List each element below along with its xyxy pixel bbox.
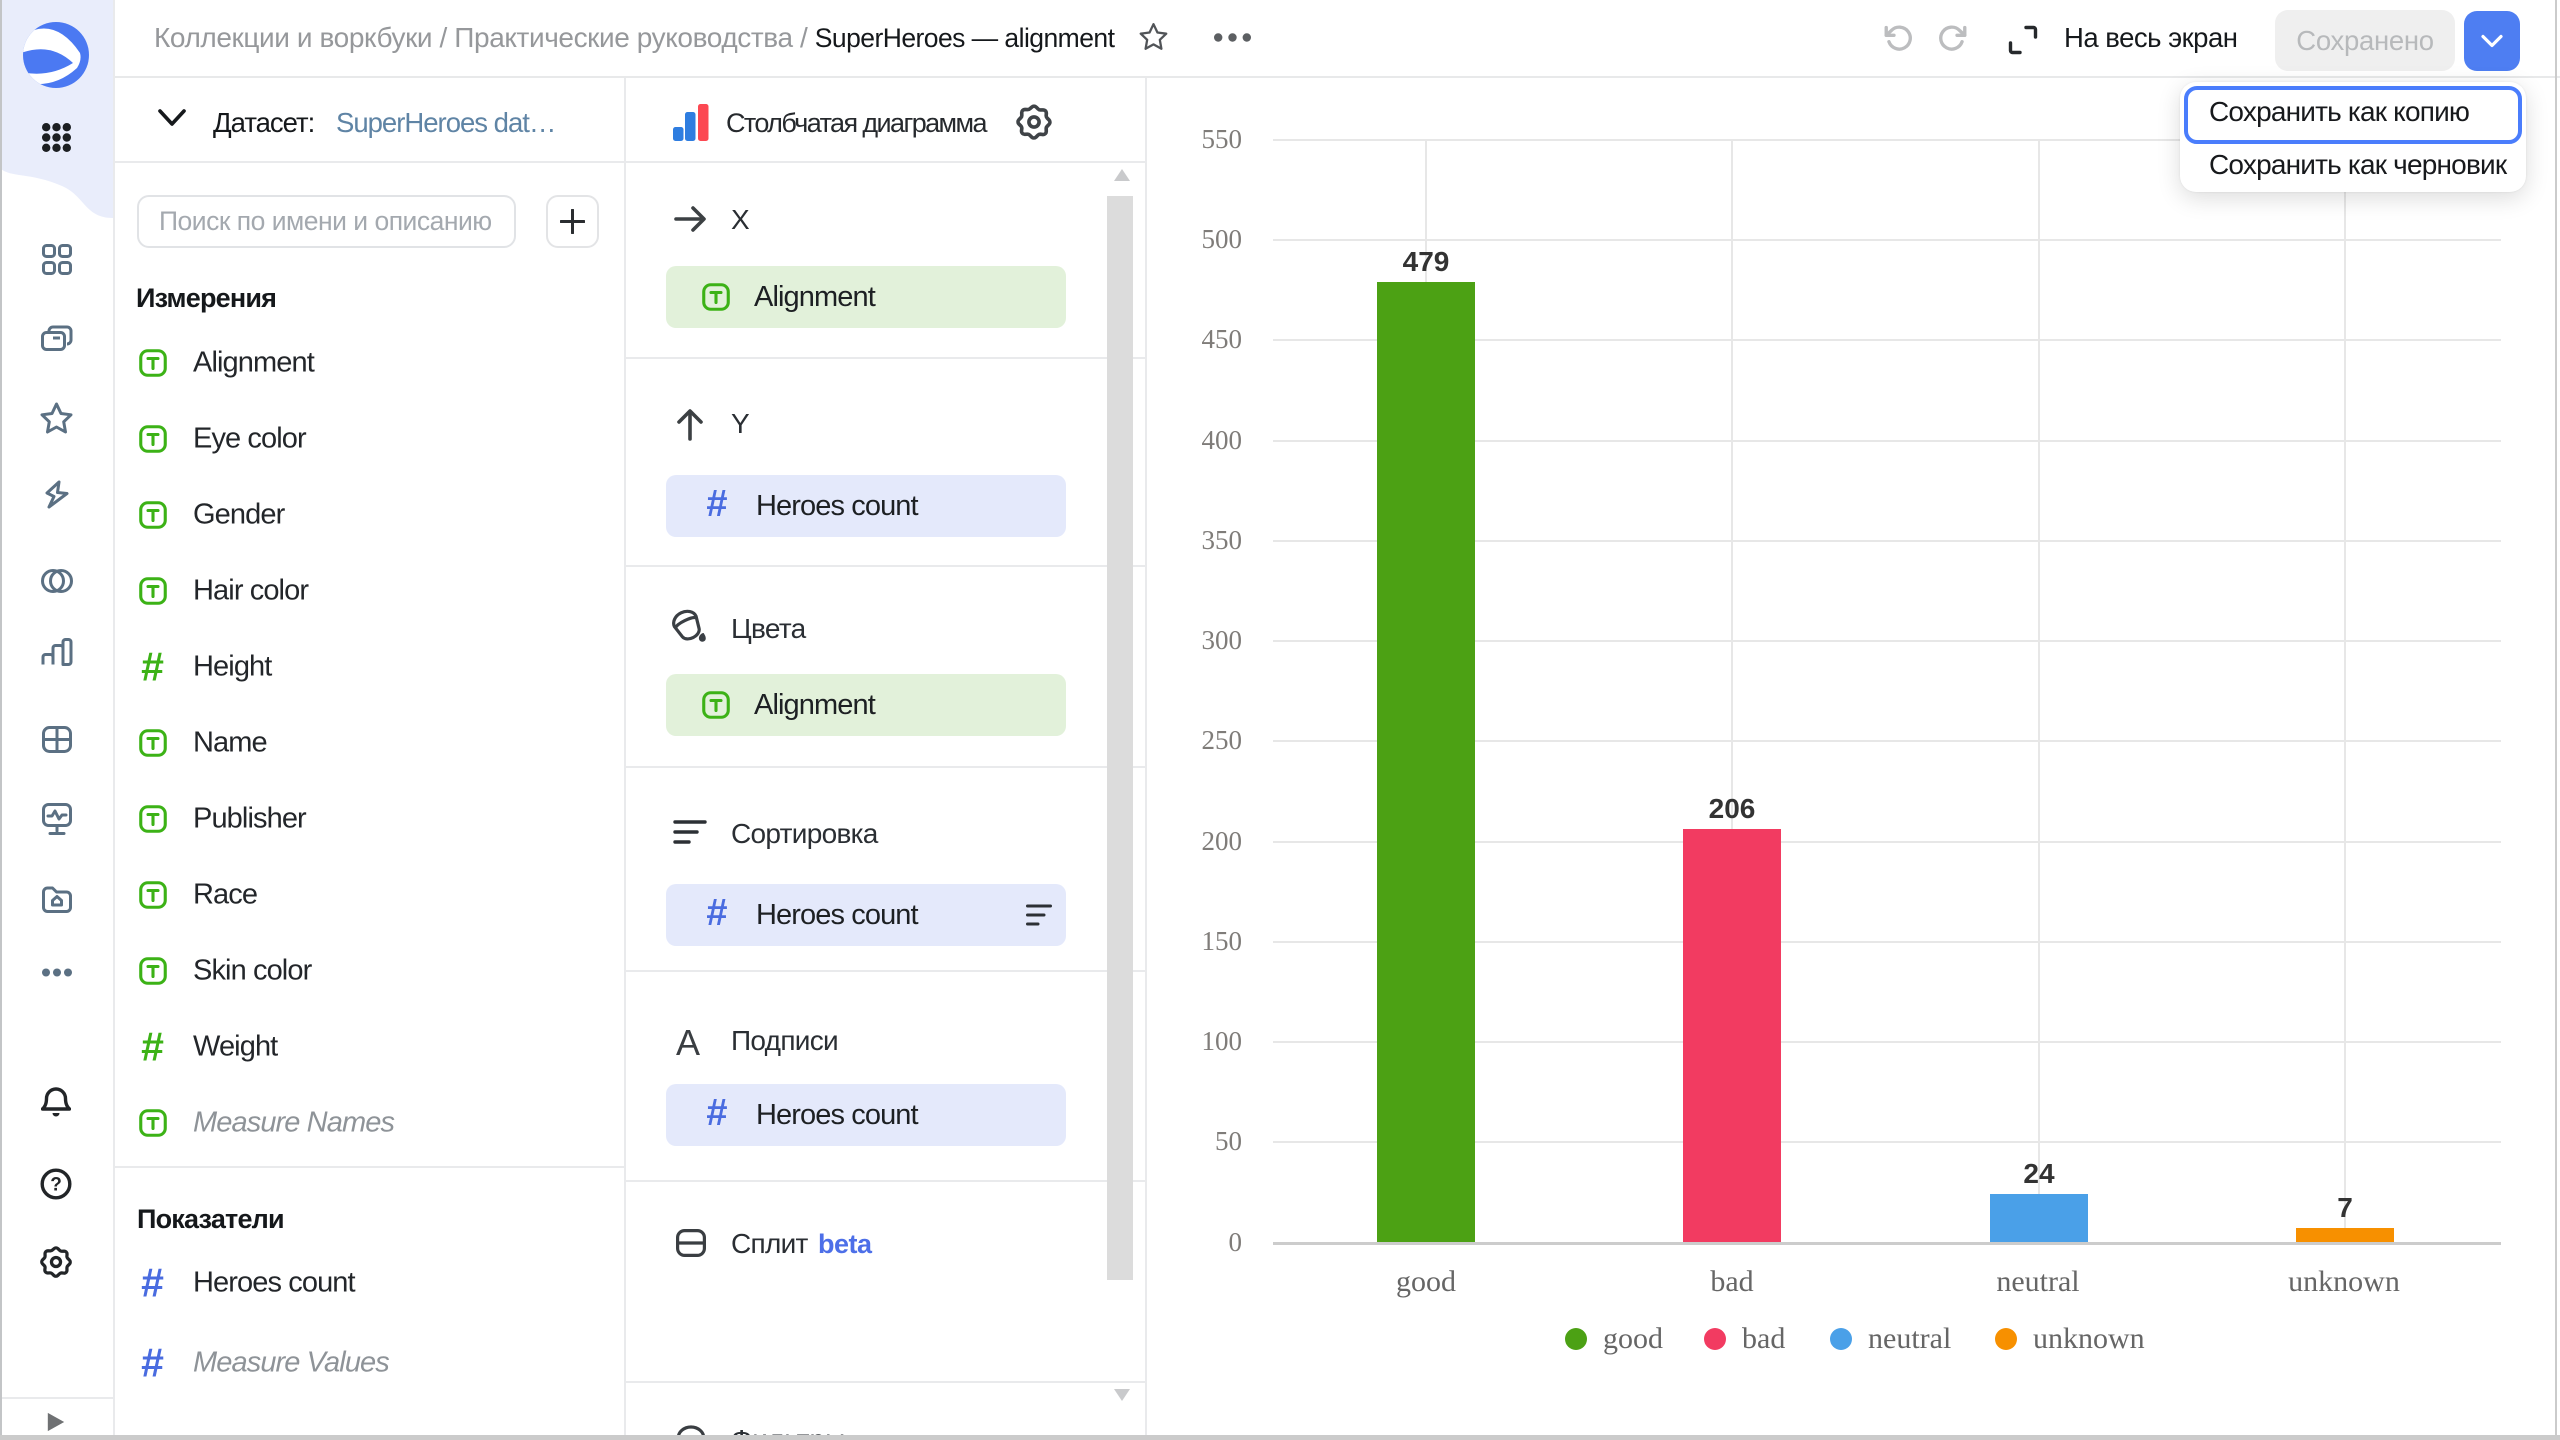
- svg-text:?: ?: [50, 1175, 62, 1196]
